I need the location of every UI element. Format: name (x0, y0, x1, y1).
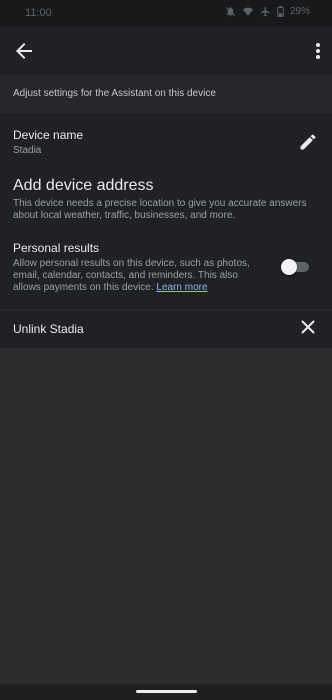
back-button[interactable] (12, 39, 36, 63)
personal-results-toggle[interactable] (281, 259, 309, 275)
more-vert-icon (314, 43, 322, 67)
intro-text: Adjust settings for the Assistant on thi… (13, 88, 216, 99)
add-device-address-link[interactable]: Add device address (13, 177, 154, 195)
app-bar (0, 27, 332, 75)
personal-results-text: Allow personal results on this device, s… (13, 258, 250, 293)
address-description: This device needs a precise location to … (13, 198, 307, 221)
gesture-handle[interactable] (136, 690, 197, 693)
learn-more-link[interactable]: Learn more (156, 282, 207, 293)
mute-icon (225, 6, 236, 17)
personal-results-title: Personal results (13, 241, 100, 255)
settings-card: Device name Stadia Add device address Th… (0, 113, 332, 348)
status-icons: 29% (225, 6, 310, 17)
unlink-label: Unlink Stadia (13, 322, 84, 336)
more-options-button[interactable] (314, 39, 322, 63)
status-time: 11:00 (25, 7, 52, 19)
airplane-icon (260, 6, 271, 17)
wifi-icon (242, 6, 254, 17)
device-name-title: Device name (13, 128, 84, 142)
status-bar: 11:00 29% (0, 0, 332, 27)
edit-device-name-button[interactable] (298, 132, 318, 152)
toggle-thumb (281, 259, 297, 275)
pencil-icon (298, 134, 318, 156)
personal-results-description: Allow personal results on this device, s… (13, 258, 263, 294)
back-arrow-icon (12, 43, 36, 67)
navigation-bar (0, 684, 332, 700)
empty-area (0, 348, 332, 684)
unlink-button[interactable] (300, 319, 316, 335)
close-icon (300, 320, 316, 339)
battery-percent: 29% (289, 6, 310, 17)
unlink-row[interactable]: Unlink Stadia (0, 310, 332, 348)
intro-section: Adjust settings for the Assistant on thi… (0, 75, 332, 113)
device-name-value: Stadia (13, 145, 42, 156)
battery-icon (277, 6, 284, 17)
